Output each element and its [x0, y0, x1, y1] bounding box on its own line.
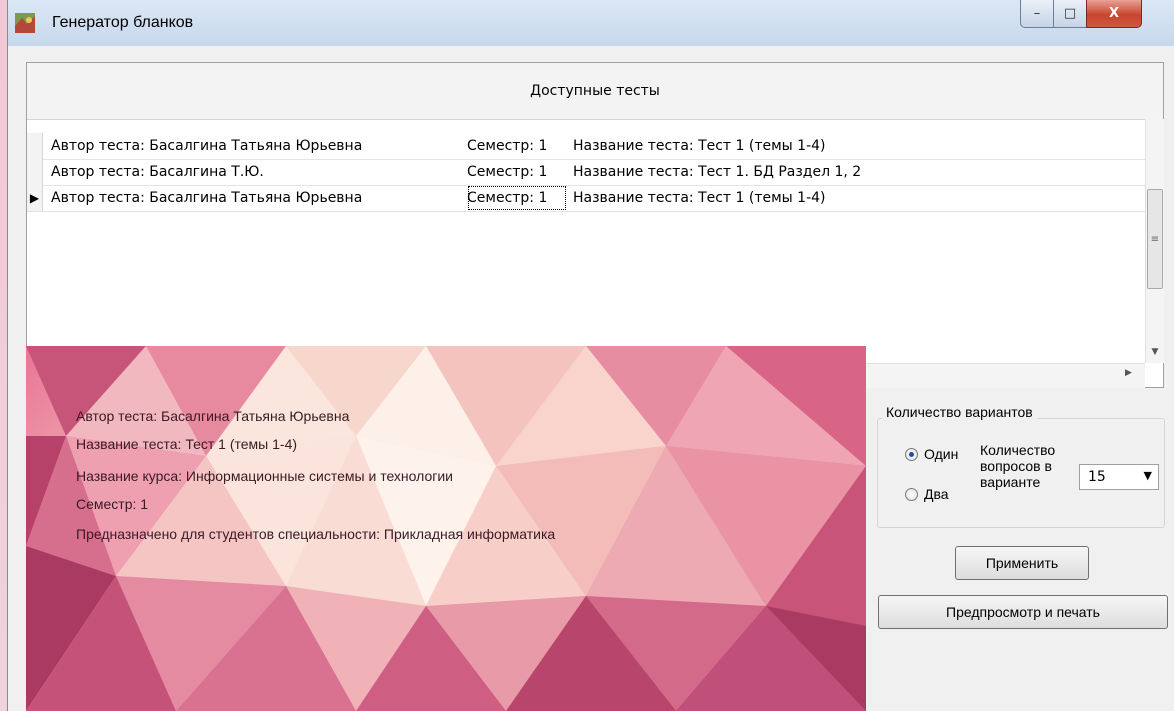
- author-cell[interactable]: Автор теста: Басалгина Т.Ю.: [51, 159, 461, 185]
- minimize-button[interactable]: –: [1020, 0, 1054, 28]
- test-details-panel: Автор теста: Басалгина Татьяна Юрьевна Н…: [26, 346, 866, 711]
- detail-course: Название курса: Информационные системы и…: [76, 468, 454, 484]
- title-cell[interactable]: Название теста: Тест 1 (темы 1-4): [573, 185, 1143, 211]
- tests-grid[interactable]: Доступные тесты Автор теста: Басалгина Т…: [26, 62, 1164, 388]
- radio-unchecked-icon[interactable]: [905, 487, 918, 501]
- semester-cell-focused[interactable]: Семестр: 1: [467, 185, 567, 211]
- radio-option-one[interactable]: Один: [905, 446, 958, 462]
- row-header[interactable]: [27, 159, 43, 185]
- window-title: Генератор бланков: [52, 14, 194, 31]
- radio-label-two: Два: [924, 486, 949, 502]
- table-row[interactable]: Автор теста: Басалгина Татьяна Юрьевна С…: [27, 133, 1145, 160]
- radio-checked-icon[interactable]: [905, 447, 918, 461]
- scroll-right-icon[interactable]: ▶: [1125, 368, 1132, 378]
- close-button[interactable]: X: [1086, 0, 1142, 28]
- app-window: Генератор бланков – □ X Доступные тесты …: [8, 0, 1174, 711]
- vertical-scroll-thumb[interactable]: ≡: [1147, 189, 1163, 289]
- table-row[interactable]: ▶ Автор теста: Басалгина Татьяна Юрьевна…: [27, 185, 1145, 212]
- detail-author: Автор теста: Басалгина Татьяна Юрьевна: [76, 408, 350, 424]
- grid-caption: Доступные тесты: [27, 63, 1163, 120]
- questions-count-value: 15: [1088, 469, 1106, 485]
- title-cell[interactable]: Название теста: Тест 1 (темы 1-4): [573, 133, 1143, 159]
- chevron-down-icon[interactable]: ▼: [1144, 469, 1152, 482]
- detail-semester: Семестр: 1: [76, 496, 149, 512]
- preview-print-button[interactable]: Предпросмотр и печать: [878, 595, 1168, 629]
- apply-button[interactable]: Применить: [955, 546, 1089, 580]
- semester-cell[interactable]: Семестр: 1: [467, 133, 567, 159]
- table-row[interactable]: Автор теста: Басалгина Т.Ю. Семестр: 1 Н…: [27, 159, 1145, 186]
- semester-cell[interactable]: Семестр: 1: [467, 159, 567, 185]
- detail-test-name: Название теста: Тест 1 (темы 1-4): [76, 436, 298, 452]
- close-icon: X: [1108, 6, 1120, 21]
- current-row-indicator[interactable]: ▶: [27, 185, 43, 211]
- maximize-button[interactable]: □: [1053, 0, 1087, 28]
- client-area: Доступные тесты Автор теста: Басалгина Т…: [16, 46, 1168, 711]
- scroll-down-icon[interactable]: ▼: [1146, 347, 1164, 357]
- row-header[interactable]: [27, 133, 43, 159]
- questions-count-select[interactable]: 15 ▼: [1079, 464, 1159, 490]
- author-cell[interactable]: Автор теста: Басалгина Татьяна Юрьевна: [51, 133, 461, 159]
- author-cell[interactable]: Автор теста: Басалгина Татьяна Юрьевна: [51, 185, 461, 211]
- variants-group-title: Количество вариантов: [882, 404, 1037, 420]
- app-icon: [15, 13, 35, 33]
- detail-audience: Предназначено для студентов специальност…: [76, 526, 556, 542]
- radio-label-one: Один: [924, 446, 959, 462]
- radio-option-two[interactable]: Два: [905, 486, 949, 502]
- title-cell[interactable]: Название теста: Тест 1. БД Раздел 1, 2: [573, 159, 1143, 185]
- questions-count-label: Количество вопросов в варианте: [980, 442, 1056, 490]
- minimize-icon: –: [1033, 6, 1041, 21]
- title-bar[interactable]: Генератор бланков – □ X: [8, 0, 1174, 46]
- maximize-icon: □: [1063, 6, 1077, 21]
- vertical-scrollbar[interactable]: ≡ ▼: [1145, 119, 1164, 363]
